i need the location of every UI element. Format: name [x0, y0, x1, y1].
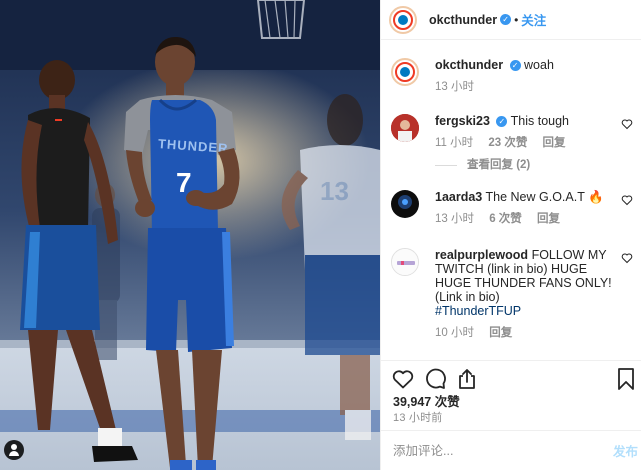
comment-heart-icon[interactable]	[621, 194, 633, 206]
reply-button[interactable]: 回复	[537, 213, 560, 225]
post-actions: 39,947 次赞 13 小时前	[381, 360, 641, 430]
post-comment-button[interactable]: 发布	[613, 441, 638, 460]
fergski23-avatar[interactable]	[391, 114, 419, 142]
caption-avatar[interactable]	[391, 58, 419, 86]
tagged-user-icon[interactable]	[4, 440, 24, 460]
comment-time[interactable]: 13 小时	[435, 213, 474, 225]
realpurplewood-avatar[interactable]	[391, 248, 419, 276]
post-time[interactable]: 13 小时前	[393, 409, 443, 425]
comment-text: This tough	[510, 114, 570, 128]
comment-input[interactable]	[393, 443, 613, 458]
heart-icon[interactable]	[391, 367, 415, 391]
comment-username[interactable]: fergski23	[435, 114, 490, 128]
view-replies-label: 查看回复 (2)	[467, 159, 531, 171]
verified-badge-icon: ✓	[500, 14, 512, 25]
basketball-practice-photo: 13 THUNDER 7	[0, 0, 380, 470]
verified-badge-icon: ✓	[509, 60, 521, 72]
comment-text: The New G.O.A.T 🔥	[485, 190, 604, 204]
comment-username[interactable]: 1aarda3	[435, 190, 482, 204]
comment-username[interactable]: realpurplewood	[435, 248, 528, 262]
bookmark-icon[interactable]	[616, 367, 636, 391]
comment-time[interactable]: 11 小时	[435, 137, 473, 149]
view-replies-link[interactable]: 查看回复 (2)	[435, 158, 625, 172]
caption-username[interactable]: okcthunder	[435, 58, 503, 72]
comment-likes[interactable]: 6 次赞	[489, 213, 522, 225]
comment-time[interactable]: 10 小时	[435, 327, 474, 339]
comment-heart-icon[interactable]	[621, 118, 633, 130]
post-author-username[interactable]: okcthunder	[429, 13, 497, 27]
post-sidebar: okcthunder ✓ • 关注 okcthunder ✓ woah 13 小…	[380, 0, 641, 470]
add-comment-bar: 发布	[381, 430, 641, 470]
verified-badge-icon: ✓	[496, 116, 508, 128]
comment-heart-icon[interactable]	[621, 252, 633, 264]
comments-list[interactable]: okcthunder ✓ woah 13 小时 fergski23 ✓ This…	[381, 40, 641, 360]
bg-player-number: 13	[320, 176, 349, 206]
okcthunder-avatar[interactable]	[389, 5, 417, 34]
follow-button[interactable]: 关注	[521, 10, 546, 29]
like-count[interactable]: 39,947 次赞	[393, 391, 460, 410]
share-icon[interactable]	[455, 367, 479, 391]
separator-dot: •	[514, 12, 519, 27]
hashtag-link[interactable]: #ThunderTFUP	[435, 304, 625, 318]
reply-button[interactable]: 回复	[543, 137, 566, 149]
reply-button[interactable]: 回复	[489, 327, 512, 339]
caption-time[interactable]: 13 小时	[435, 81, 474, 93]
post-header: okcthunder ✓ • 关注	[381, 0, 641, 40]
caption-text: woah	[524, 58, 554, 72]
post-photo[interactable]: 13 THUNDER 7	[0, 0, 380, 470]
comment-icon[interactable]	[423, 367, 447, 391]
1aarda3-avatar[interactable]	[391, 190, 419, 218]
comment-likes[interactable]: 23 次赞	[488, 137, 527, 149]
